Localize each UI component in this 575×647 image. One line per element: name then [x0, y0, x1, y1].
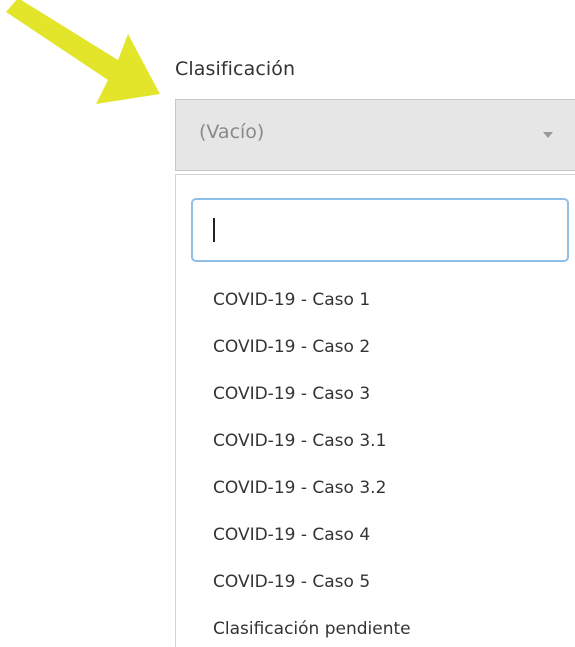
dropdown-option[interactable]: Clasificación pendiente — [176, 606, 575, 647]
dropdown-option[interactable]: COVID-19 - Caso 4 — [176, 512, 575, 559]
dropdown-option[interactable]: COVID-19 - Caso 3.2 — [176, 465, 575, 512]
page: Clasificación (Vacío) COVID-19 - Caso 1C… — [0, 0, 575, 647]
select-value: (Vacío) — [199, 121, 265, 143]
dropdown-option[interactable]: COVID-19 - Caso 3 — [176, 371, 575, 418]
caret-down-icon[interactable] — [543, 132, 553, 138]
dropdown-option[interactable]: COVID-19 - Caso 3.1 — [176, 418, 575, 465]
arrow-shape — [6, 0, 160, 104]
options-list: COVID-19 - Caso 1 COVID-19 - Caso 2 COVID-… — [176, 277, 575, 647]
field-label: Clasificación — [175, 58, 296, 80]
text-cursor — [213, 218, 215, 242]
search-input[interactable] — [191, 198, 569, 262]
dropdown-panel: COVID-19 - Caso 1 COVID-19 - Caso 2 COVID-… — [175, 174, 575, 647]
dropdown-option[interactable]: COVID-19 - Caso 1 — [176, 277, 575, 324]
classification-select[interactable]: (Vacío) — [175, 99, 575, 171]
dropdown-option[interactable]: COVID-19 - Caso 2 — [176, 324, 575, 371]
pointer-arrow-annotation — [6, 0, 160, 104]
dropdown-option[interactable]: COVID-19 - Caso 5 — [176, 559, 575, 606]
